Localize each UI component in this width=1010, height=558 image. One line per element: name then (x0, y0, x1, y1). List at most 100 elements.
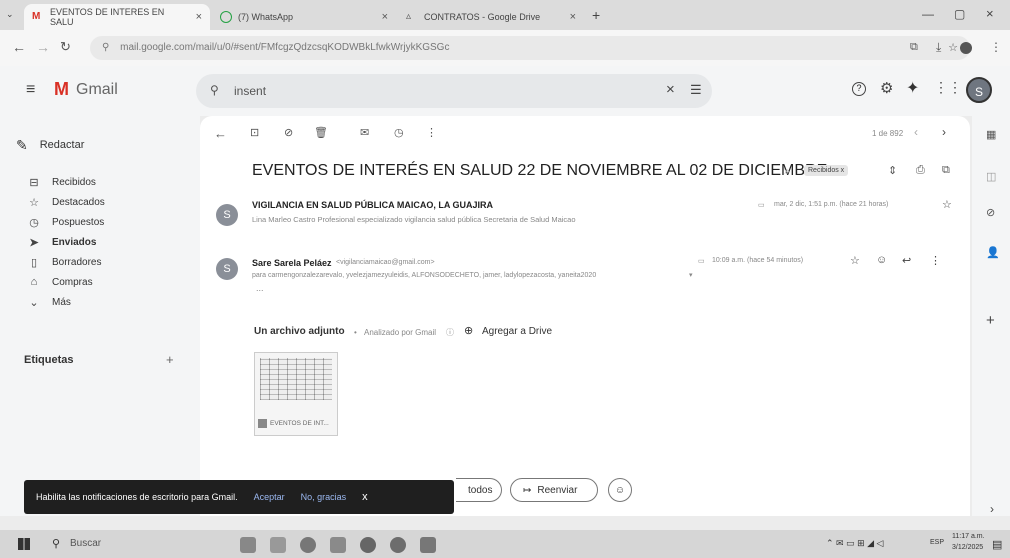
recipients-text[interactable]: para carmengonzalezarevalo, yvelezjamezy… (252, 272, 596, 279)
bookmark-star-icon[interactable]: ☆ (948, 41, 958, 54)
search-box[interactable]: ⚲ insent × ☰ (196, 74, 712, 108)
avatar[interactable]: S (216, 204, 238, 226)
profile-icon[interactable] (960, 42, 972, 54)
maximize-icon[interactable]: ▢ (954, 7, 965, 21)
avatar[interactable]: S (216, 258, 238, 280)
emoji-reaction-button[interactable]: ☺ (608, 478, 632, 502)
edge-icon[interactable] (300, 537, 316, 553)
tasks-icon[interactable]: ⊘ (986, 206, 995, 219)
new-window-icon[interactable]: ⧉ (942, 164, 950, 177)
forward-icon[interactable]: → (36, 39, 50, 55)
show-trimmed-button[interactable]: ... (256, 283, 264, 293)
message-more-icon[interactable]: ⋮ (930, 254, 941, 267)
sidebar-item-drafts[interactable]: ▯ Borradores (28, 256, 102, 269)
language-indicator[interactable]: ESP (930, 539, 944, 546)
archive-icon[interactable]: ⊡ (250, 126, 259, 139)
notification-center-icon[interactable]: ▤ (992, 538, 1002, 551)
search-input[interactable]: insent (234, 84, 266, 98)
back-to-list-icon[interactable]: ← (214, 126, 227, 141)
compose-button[interactable]: ✎ Redactar (16, 128, 136, 162)
site-info-icon[interactable]: ⚲ (102, 42, 109, 53)
download-icon[interactable]: ⤓ (936, 40, 941, 55)
emoji-reaction-icon[interactable]: ☺ (876, 254, 887, 266)
reply-all-button[interactable]: todos (456, 478, 502, 502)
report-spam-icon[interactable]: ⊘ (284, 126, 293, 139)
reply-icon[interactable]: ↩ (902, 254, 911, 267)
calendar-icon[interactable]: ▦ (986, 128, 996, 141)
add-label-button[interactable]: + (166, 352, 174, 367)
clear-search-icon[interactable]: × (666, 81, 675, 98)
accept-button[interactable]: Aceptar (254, 492, 285, 502)
recipients-expand-icon[interactable]: ▾ (689, 271, 693, 279)
main-menu-icon[interactable]: ≡ (26, 81, 35, 99)
sidebar-item-inbox[interactable]: ⊟ Recibidos (28, 176, 96, 189)
sidebar-item-purchases[interactable]: ⌂ Compras (28, 276, 93, 288)
reload-icon[interactable]: ↻ (60, 39, 71, 55)
paint-icon[interactable] (330, 537, 346, 553)
search-icon[interactable]: ⚲ (52, 537, 60, 550)
sidebar-item-snoozed[interactable]: ◷ Pospuestos (28, 216, 104, 229)
important-marker-icon[interactable]: » (784, 166, 790, 177)
print-icon[interactable]: ⎙ (916, 164, 925, 177)
sidebar-item-starred[interactable]: ☆ Destacados (28, 196, 105, 209)
back-icon[interactable]: ← (12, 39, 26, 55)
gemini-sparkle-icon[interactable]: ✦ (906, 78, 919, 98)
mark-unread-icon[interactable]: ✉ (360, 126, 369, 139)
tab-close-icon[interactable]: × (196, 11, 202, 23)
delete-icon[interactable]: 🗑 (314, 126, 328, 139)
gmail-logo-text[interactable]: Gmail (76, 81, 118, 99)
search-icon[interactable]: ⚲ (210, 83, 219, 97)
show-side-panel-icon[interactable]: › (990, 502, 994, 516)
tab-gmail[interactable]: M EVENTOS DE INTERES EN SALU × (24, 4, 210, 30)
attachment-card[interactable]: EVENTOS DE INT... (254, 352, 338, 436)
sidebar-item-more[interactable]: ⌄ Más (28, 296, 71, 309)
photos-icon[interactable] (420, 537, 436, 553)
new-tab-button[interactable]: + (592, 7, 600, 23)
contacts-icon[interactable]: 👤 (986, 246, 1000, 259)
minimize-icon[interactable]: — (922, 7, 934, 21)
chrome-profile-icon[interactable] (390, 537, 406, 553)
store-icon[interactable] (270, 537, 286, 553)
windows-start-icon[interactable] (18, 538, 30, 550)
label-chip[interactable]: Recibidos x (804, 165, 849, 176)
tab-close-icon[interactable]: × (570, 11, 576, 23)
account-avatar[interactable]: S (966, 77, 992, 103)
tab-whatsapp[interactable]: (7) WhatsApp × (212, 4, 396, 30)
tab-close-icon[interactable]: × (382, 11, 388, 23)
star-icon[interactable]: ☆ (942, 198, 952, 211)
tab-list-icon[interactable]: ⌄ (6, 9, 14, 20)
window-close-icon[interactable]: × (986, 6, 994, 21)
info-icon[interactable]: ⓘ (446, 327, 454, 338)
decline-button[interactable]: No, gracias (301, 492, 347, 502)
apps-grid-icon[interactable]: ⋮⋮ (934, 79, 962, 96)
expand-all-icon[interactable]: ⇕ (888, 164, 897, 177)
address-bar[interactable]: ⚲ mail.google.com/mail/u/0/#sent/FMfcgzQ… (90, 36, 970, 60)
newer-icon[interactable]: ‹ (914, 125, 918, 139)
forward-button[interactable]: ↦ Reenviar (510, 478, 598, 502)
sidebar-item-sent[interactable]: ➤ Enviados (28, 236, 96, 249)
message-snippet[interactable]: Lina Marleo Castro Profesional especiali… (252, 215, 576, 224)
clock-date[interactable]: 3/12/2025 (952, 544, 983, 551)
search-options-icon[interactable]: ☰ (690, 82, 702, 98)
browser-menu-icon[interactable]: ⋮ (990, 40, 1002, 54)
older-icon[interactable]: › (942, 125, 946, 139)
star-icon[interactable]: ☆ (850, 254, 860, 267)
more-actions-icon[interactable]: ⋮ (426, 126, 437, 139)
help-icon[interactable]: ? (852, 82, 866, 96)
tab-drive[interactable]: ▵ CONTRATOS - Google Drive × (398, 4, 584, 30)
add-to-drive-icon[interactable]: ⊕ (464, 324, 473, 337)
tray-icons[interactable]: ⌃ ✉ ▭ ⊞ ◢ ◁ (826, 538, 883, 549)
chrome-icon[interactable] (360, 537, 376, 553)
snooze-icon[interactable]: ◷ (394, 126, 404, 139)
extensions-icon[interactable]: ⧉ (910, 41, 918, 54)
add-app-icon[interactable]: + (986, 312, 995, 329)
taskbar-search-input[interactable]: Buscar (70, 538, 101, 549)
add-to-drive-button[interactable]: Agregar a Drive (482, 326, 552, 337)
file-explorer-icon[interactable] (240, 537, 256, 553)
sender-name[interactable]: Sare Sarela Peláez (252, 258, 332, 268)
keep-icon[interactable]: ◫ (986, 170, 996, 183)
settings-gear-icon[interactable]: ⚙ (880, 79, 893, 97)
snackbar-close-icon[interactable]: x (362, 491, 368, 503)
clock-time[interactable]: 11:17 a.m. (952, 533, 985, 540)
sender-name[interactable]: VIGILANCIA EN SALUD PÚBLICA MAICAO, LA G… (252, 200, 493, 210)
